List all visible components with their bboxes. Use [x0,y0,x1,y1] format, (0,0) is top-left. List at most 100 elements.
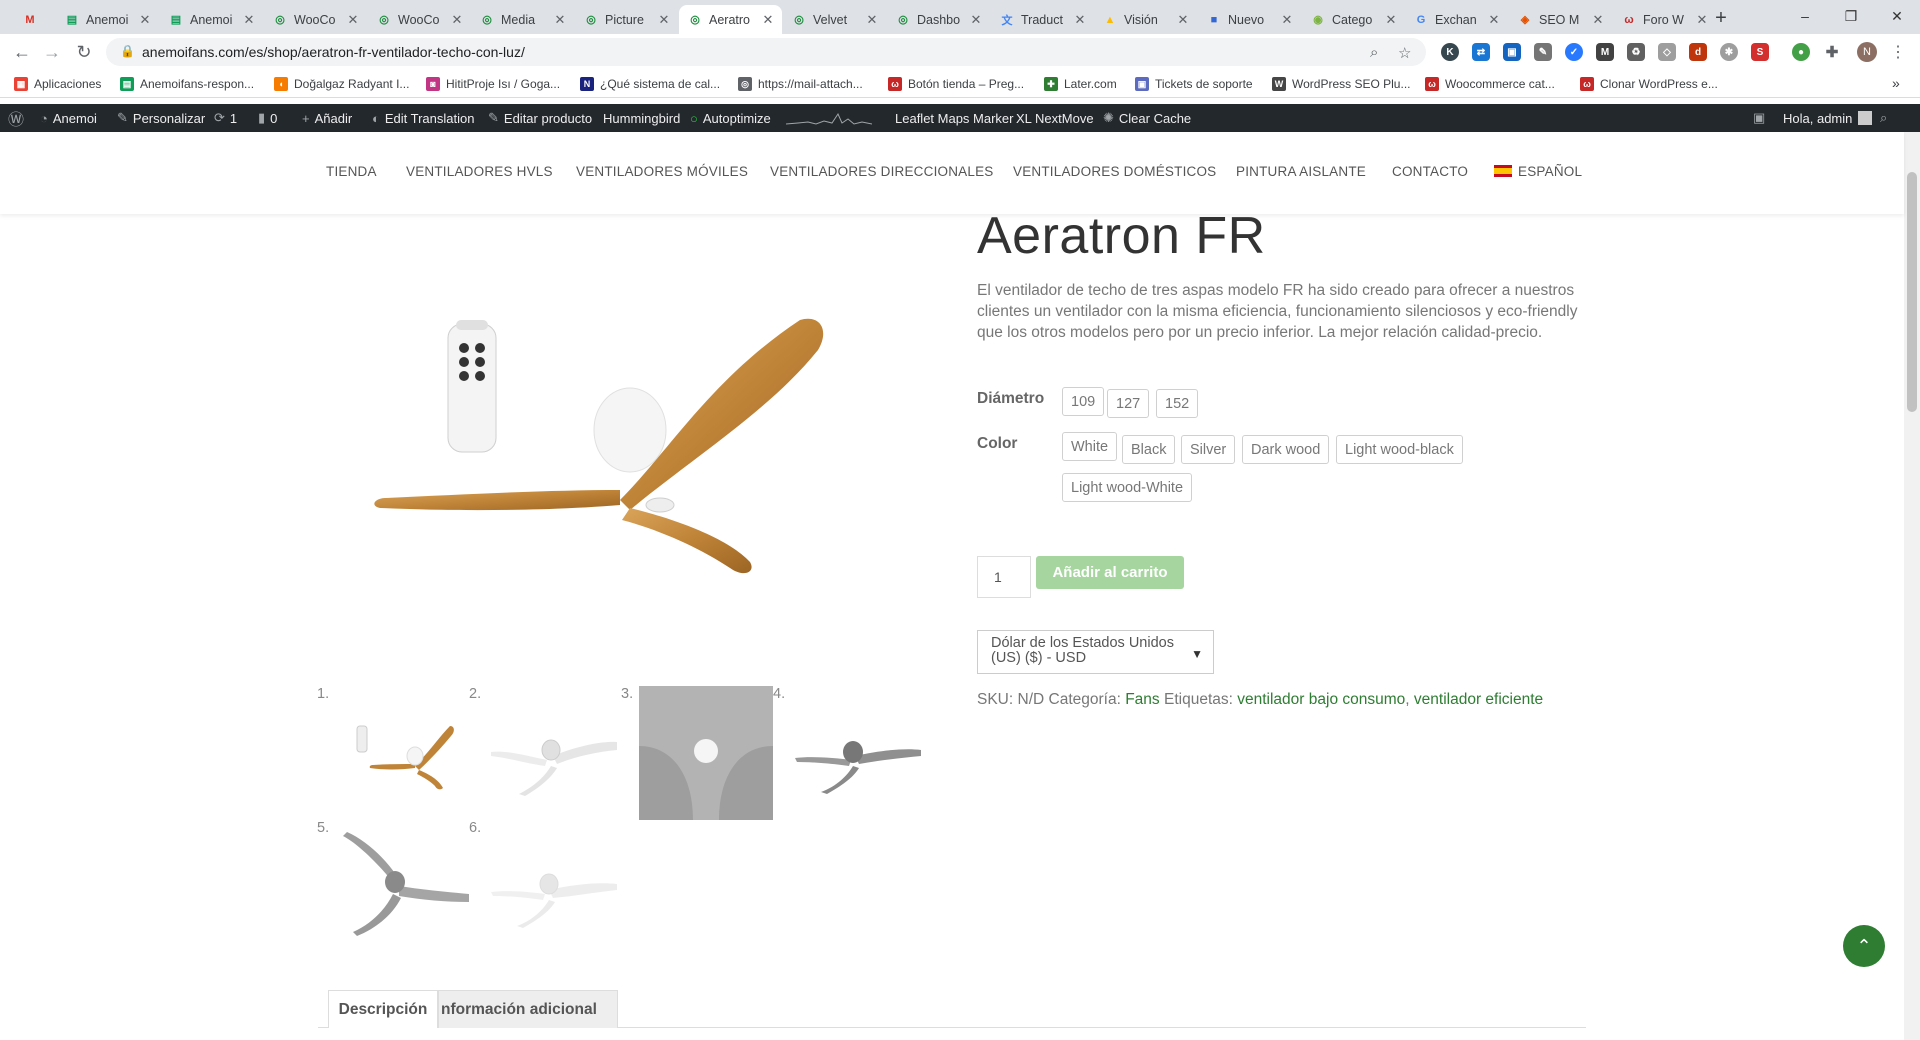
diameter-option-152[interactable]: 152 [1156,389,1199,418]
bookmark-item[interactable]: ✚ Later.com [1044,75,1117,93]
color-option-black[interactable]: Black [1122,435,1176,464]
close-tab-icon[interactable]: ✕ [243,12,255,28]
close-tab-icon[interactable]: ✕ [554,12,566,28]
back-arrow-icon[interactable]: ← [8,38,36,66]
wp-comments-link[interactable]: ▮ 0 [258,104,277,132]
wp-customize-link[interactable]: ✎ Personalizar [117,104,205,132]
nav-ventiladores-domesticos[interactable]: VENTILADORES DOMÉSTICOS [1013,164,1216,179]
wp-site-link[interactable]: ◔ Anemoi [40,104,97,132]
diameter-option-109[interactable]: 109 [1062,387,1105,416]
close-tab-icon[interactable]: ✕ [866,12,878,28]
bookmark-item[interactable]: ω Botón tienda – Preg... [888,75,1024,93]
wp-autoptimize-link[interactable]: ○ Autoptimize [690,104,771,132]
nav-ventiladores-moviles[interactable]: VENTILADORES MÓVILES [576,164,748,179]
extensions-puzzle-icon[interactable]: ✚ [1823,43,1841,61]
browser-tab[interactable]: ◎ Aeratro ✕ [679,5,782,34]
extension-translate-icon[interactable]: ⇄ [1472,43,1490,61]
tag-link-2[interactable]: ventilador eficiente [1414,691,1543,708]
browser-tab[interactable]: ω Foro W ✕ [1613,5,1716,34]
extension-gear-icon[interactable]: ✱ [1720,43,1738,61]
address-bar[interactable]: 🔒 anemoifans.com/es/shop/aeratron-fr-ven… [106,38,1426,66]
bookmarks-overflow[interactable]: » [1892,75,1900,91]
close-window-button[interactable]: ✕ [1874,0,1920,32]
close-tab-icon[interactable]: ✕ [1592,12,1604,28]
bookmark-item[interactable]: ◙ HititProje Isı / Goga... [426,75,560,93]
bookmark-item[interactable]: ω Clonar WordPress e... [1580,75,1718,93]
reload-icon[interactable]: ↻ [70,38,98,66]
wp-account-link[interactable]: Hola, admin [1783,104,1873,132]
diameter-option-127[interactable]: 127 [1107,389,1150,418]
bookmark-item[interactable]: ◖ Doğalgaz Radyant I... [274,75,409,93]
scrollbar-thumb[interactable] [1907,172,1917,412]
nav-ventiladores-direccionales[interactable]: VENTILADORES DIRECCIONALES [770,164,994,179]
browser-tab[interactable]: 文 Traduct ✕ [991,5,1094,34]
wordpress-logo-icon[interactable]: Ⓦ [8,104,29,132]
close-tab-icon[interactable]: ✕ [1385,12,1397,28]
browser-tab[interactable]: ■ Nuevo ✕ [1198,5,1301,34]
language-switcher[interactable]: ESPAÑOL [1494,164,1582,179]
bookmark-item[interactable]: ▤ Anemoifans-respon... [120,75,254,93]
bookmark-item[interactable]: W WordPress SEO Plu... [1272,75,1410,93]
browser-tab[interactable]: ◈ SEO M ✕ [1509,5,1612,34]
product-thumbnail-1[interactable] [335,686,469,820]
extension-tag-icon[interactable]: ◇ [1658,43,1676,61]
extension-desc-icon[interactable]: d [1689,43,1707,61]
extension-leaf-icon[interactable]: ● [1792,43,1810,61]
color-option-light-wood-white[interactable]: Light wood-White [1062,473,1193,502]
browser-tab[interactable]: ◎ WooCo ✕ [368,5,471,34]
quantity-input[interactable]: 1 [977,556,1031,598]
extension-k-icon[interactable]: K [1441,43,1459,61]
browser-tab[interactable]: ▤ Anemoi ✕ [56,5,159,34]
zoom-icon[interactable]: ⌕ [1370,44,1378,61]
currency-select[interactable]: Dólar de los Estados Unidos (US) ($) - U… [977,630,1214,674]
product-thumbnail-3[interactable] [639,686,773,820]
browser-tab[interactable]: ◎ WooCo ✕ [264,5,367,34]
maximize-button[interactable]: ❐ [1828,0,1874,32]
menu-kebab-icon[interactable]: ⋮ [1890,42,1906,62]
product-thumbnail-5[interactable] [335,820,469,954]
tab-descripcion[interactable]: Descripción [328,990,438,1028]
page-scrollbar[interactable] [1904,132,1920,1040]
color-option-silver[interactable]: Silver [1181,435,1236,464]
browser-tab[interactable]: ◎ Picture ✕ [575,5,678,34]
wp-edit-translation-link[interactable]: ◐ Edit Translation [372,104,474,132]
product-thumbnail-6[interactable] [487,820,621,954]
back-to-top-button[interactable]: ⌃ [1843,925,1885,967]
close-tab-icon[interactable]: ✕ [970,12,982,28]
forward-arrow-icon[interactable]: → [38,38,66,66]
extension-pen-icon[interactable]: ✎ [1534,43,1552,61]
close-tab-icon[interactable]: ✕ [347,12,359,28]
tab-informacion-adicional[interactable]: nformación adicional [438,990,618,1028]
extension-m-icon[interactable]: M [1596,43,1614,61]
browser-tab[interactable]: ◎ Media ✕ [471,5,574,34]
close-tab-icon[interactable]: ✕ [762,12,774,28]
close-tab-icon[interactable]: ✕ [451,12,463,28]
wp-add-new-link[interactable]: + Añadir [302,104,352,132]
browser-tab[interactable]: ◉ Catego ✕ [1302,5,1405,34]
wp-nextmove-link[interactable]: XL NextMove [1016,104,1094,132]
browser-tab[interactable]: ◎ Dashbo ✕ [887,5,990,34]
close-tab-icon[interactable]: ✕ [1074,12,1086,28]
browser-tab[interactable]: M [14,5,54,34]
browser-tab[interactable]: ▤ Anemoi ✕ [160,5,263,34]
nav-ventiladores-hvls[interactable]: VENTILADORES HVLS [406,164,553,179]
product-thumbnail-2[interactable] [487,686,621,820]
bookmark-item[interactable]: ω Woocommerce cat... [1425,75,1555,93]
extension-s-icon[interactable]: S [1751,43,1769,61]
nav-pintura-aislante[interactable]: PINTURA AISLANTE [1236,164,1366,179]
close-tab-icon[interactable]: ✕ [139,12,151,28]
bookmark-item[interactable]: ▣ Tickets de soporte [1135,75,1253,93]
profile-avatar[interactable]: N [1857,42,1877,62]
wp-search-icon[interactable]: ⌕ [1880,104,1892,132]
add-to-cart-button[interactable]: Añadir al carrito [1036,556,1184,589]
browser-tab[interactable]: G Exchan ✕ [1405,5,1508,34]
bookmark-star-icon[interactable]: ☆ [1398,44,1411,62]
close-tab-icon[interactable]: ✕ [1177,12,1189,28]
bookmark-item[interactable]: ◎ https://mail-attach... [738,75,863,93]
extension-screenshot-icon[interactable]: ▣ [1503,43,1521,61]
color-option-dark-wood[interactable]: Dark wood [1242,435,1330,464]
color-option-white[interactable]: White [1062,432,1118,461]
close-tab-icon[interactable]: ✕ [1281,12,1293,28]
wp-edit-product-link[interactable]: ✎ Editar producto [488,104,592,132]
wp-leaflet-link[interactable]: Leaflet Maps Marker [895,104,1014,132]
